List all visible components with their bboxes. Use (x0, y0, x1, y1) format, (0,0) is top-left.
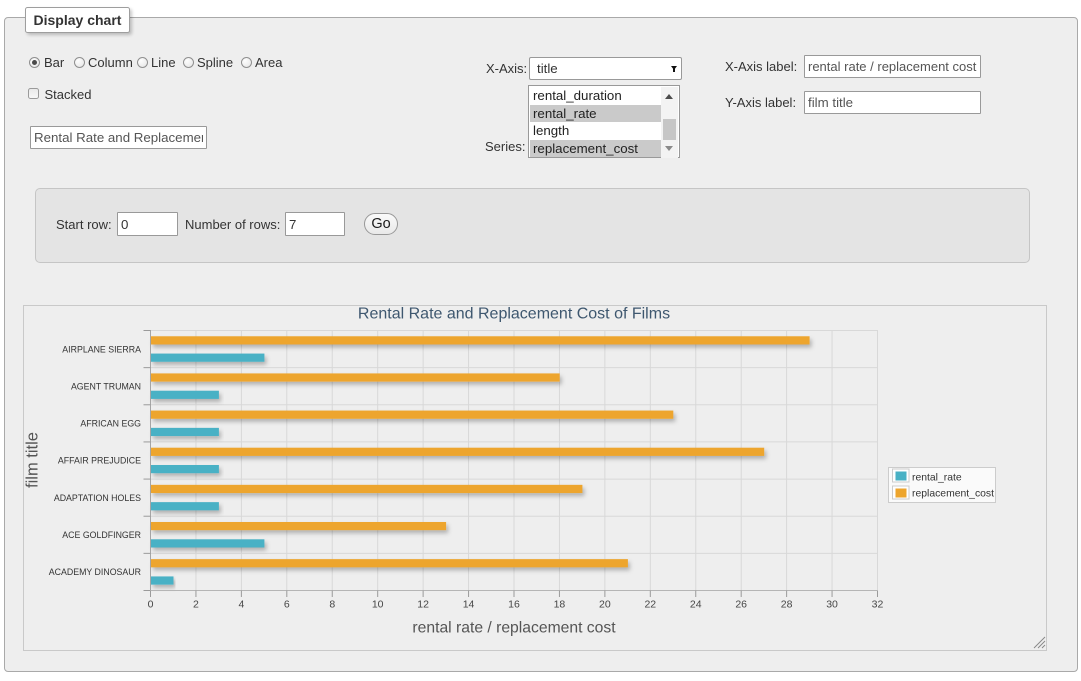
svg-text:AIRPLANE SIERRA: AIRPLANE SIERRA (62, 344, 141, 354)
svg-text:8: 8 (329, 599, 335, 611)
svg-text:14: 14 (463, 599, 475, 611)
svg-text:AFFAIR PREJUDICE: AFFAIR PREJUDICE (58, 456, 141, 466)
svg-text:replacement_cost: replacement_cost (912, 489, 994, 500)
svg-text:AFRICAN EGG: AFRICAN EGG (80, 419, 141, 429)
svg-text:20: 20 (599, 599, 611, 611)
svg-text:26: 26 (735, 599, 747, 611)
svg-text:film title: film title (24, 432, 42, 488)
svg-text:24: 24 (690, 599, 702, 611)
svg-text:16: 16 (508, 599, 520, 611)
svg-text:Rental Rate and Replacement Co: Rental Rate and Replacement Cost of Film… (358, 306, 670, 323)
svg-text:10: 10 (372, 599, 384, 611)
svg-text:ACADEMY DINOSAUR: ACADEMY DINOSAUR (49, 567, 141, 577)
svg-text:12: 12 (417, 599, 429, 611)
svg-text:18: 18 (554, 599, 566, 611)
svg-text:2: 2 (193, 599, 199, 611)
svg-text:6: 6 (284, 599, 290, 611)
svg-text:30: 30 (826, 599, 838, 611)
svg-text:ADAPTATION HOLES: ADAPTATION HOLES (54, 493, 141, 503)
svg-text:32: 32 (872, 599, 884, 611)
svg-text:rental_rate: rental_rate (912, 473, 962, 484)
svg-text:ACE GOLDFINGER: ACE GOLDFINGER (62, 530, 141, 540)
svg-text:rental rate / replacement cost: rental rate / replacement cost (412, 620, 616, 637)
svg-text:AGENT TRUMAN: AGENT TRUMAN (71, 381, 141, 391)
svg-text:0: 0 (148, 599, 154, 611)
svg-text:28: 28 (781, 599, 793, 611)
svg-text:22: 22 (644, 599, 656, 611)
svg-text:4: 4 (238, 599, 244, 611)
